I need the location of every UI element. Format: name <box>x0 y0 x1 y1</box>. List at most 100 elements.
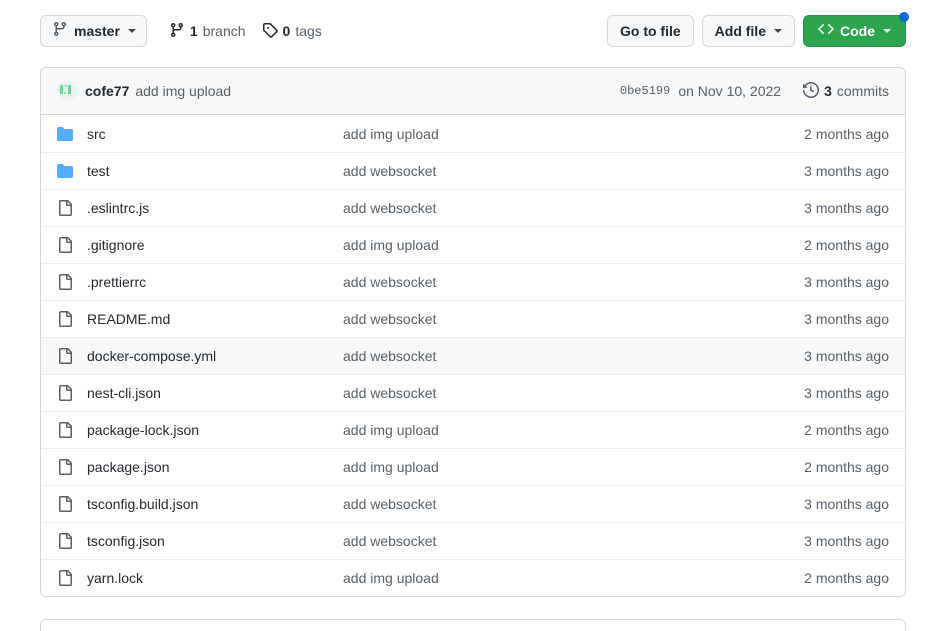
file-name-cell: yarn.lock <box>87 570 343 586</box>
tags-label: tags <box>295 23 322 39</box>
commit-message-cell[interactable]: add img upload <box>343 422 759 438</box>
commits-link[interactable]: 3 commits <box>803 81 889 101</box>
last-modified-cell: 3 months ago <box>804 274 889 290</box>
commit-message-cell[interactable]: add websocket <box>343 311 759 327</box>
table-row[interactable]: tsconfig.build.json add websocket 3 months… <box>41 485 905 522</box>
file-name-cell: package.json <box>87 459 343 475</box>
last-modified-cell: 3 months ago <box>804 311 889 327</box>
chevron-down-icon <box>883 29 891 33</box>
tags-link[interactable]: 0 tags <box>262 22 322 41</box>
file-name-cell: .gitignore <box>87 237 343 253</box>
file-name-cell: test <box>87 163 343 179</box>
file-name-cell: tsconfig.json <box>87 533 343 549</box>
commit-message-cell[interactable]: add websocket <box>343 274 759 290</box>
file-name-cell: src <box>87 126 343 142</box>
git-branch-icon <box>169 22 185 41</box>
last-modified-cell: 3 months ago <box>804 533 889 549</box>
folder-icon <box>57 163 87 179</box>
last-modified-cell: 3 months ago <box>804 385 889 401</box>
commit-message-cell[interactable]: add img upload <box>343 237 759 253</box>
file-name-link[interactable]: package-lock.json <box>87 422 199 438</box>
file-name-link[interactable]: yarn.lock <box>87 570 143 586</box>
table-row[interactable]: .prettierrc add websocket 3 months ago <box>41 263 905 300</box>
table-row[interactable]: yarn.lock add img upload 2 months ago <box>41 559 905 596</box>
commit-message[interactable]: add img upload <box>135 83 231 99</box>
repo-meta-group: 1 branch 0 tags <box>169 22 322 41</box>
table-row[interactable]: tsconfig.json add websocket 3 months ago <box>41 522 905 559</box>
last-modified-cell: 2 months ago <box>804 422 889 438</box>
avatar[interactable] <box>57 81 77 101</box>
commit-message-cell[interactable]: add websocket <box>343 533 759 549</box>
table-row[interactable]: nest-cli.json add websocket 3 months ago <box>41 374 905 411</box>
file-name-link[interactable]: package.json <box>87 459 170 475</box>
table-row[interactable]: src add img upload 2 months ago <box>41 115 905 152</box>
chevron-down-icon <box>774 29 782 33</box>
file-name-cell: README.md <box>87 311 343 327</box>
last-modified-cell: 3 months ago <box>804 496 889 512</box>
table-row[interactable]: .gitignore add img upload 2 months ago <box>41 226 905 263</box>
file-name-cell: .prettierrc <box>87 274 343 290</box>
readme-panel <box>40 619 906 631</box>
file-name-link[interactable]: test <box>87 163 110 179</box>
last-modified-cell: 2 months ago <box>804 459 889 475</box>
repo-toolbar: master 1 branch 0 tags Go to file Add fi… <box>40 12 909 49</box>
file-name-cell: package-lock.json <box>87 422 343 438</box>
commit-author[interactable]: cofe77 <box>85 83 129 99</box>
commit-date: on Nov 10, 2022 <box>678 83 782 99</box>
toolbar-right-group: Go to file Add file Code <box>606 12 909 47</box>
code-button[interactable]: Code <box>803 12 909 47</box>
branch-selector-button[interactable]: master <box>40 15 147 47</box>
table-row[interactable]: test add websocket 3 months ago <box>41 152 905 189</box>
table-row[interactable]: docker-compose.yml add websocket 3 months … <box>41 337 905 374</box>
file-name-cell: .eslintrc.js <box>87 200 343 216</box>
file-icon <box>57 570 87 586</box>
file-name-link[interactable]: README.md <box>87 311 170 327</box>
add-file-label: Add file <box>714 23 766 39</box>
commits-count: 3 <box>824 83 832 99</box>
last-modified-cell: 3 months ago <box>804 348 889 364</box>
commit-message-cell[interactable]: add websocket <box>343 496 759 512</box>
file-name-link[interactable]: src <box>87 126 106 142</box>
file-name-link[interactable]: .prettierrc <box>87 274 146 290</box>
file-name-cell: nest-cli.json <box>87 385 343 401</box>
commit-sha[interactable]: 0be5199 <box>620 84 670 98</box>
commit-message-cell[interactable]: add websocket <box>343 348 759 364</box>
commit-meta: 0be5199 on Nov 10, 2022 3 commits <box>620 81 889 101</box>
file-icon <box>57 533 87 549</box>
table-row[interactable]: README.md add websocket 3 months ago <box>41 300 905 337</box>
file-icon <box>57 385 87 401</box>
table-row[interactable]: package-lock.json add img upload 2 months … <box>41 411 905 448</box>
file-icon <box>57 459 87 475</box>
table-row[interactable]: .eslintrc.js add websocket 3 months ago <box>41 189 905 226</box>
last-modified-cell: 3 months ago <box>804 163 889 179</box>
table-row[interactable]: package.json add img upload 2 months ago <box>41 448 905 485</box>
tag-icon <box>262 22 278 41</box>
file-listing-panel: cofe77 add img upload 0be5199 on Nov 10,… <box>40 67 906 597</box>
code-brackets-icon <box>818 21 834 42</box>
commit-message-cell[interactable]: add websocket <box>343 200 759 216</box>
commit-message-cell[interactable]: add img upload <box>343 459 759 475</box>
file-icon <box>57 422 87 438</box>
tags-count: 0 <box>282 23 291 39</box>
file-icon <box>57 274 87 290</box>
branch-selector-label: master <box>74 23 120 39</box>
add-file-button[interactable]: Add file <box>701 15 795 47</box>
file-name-cell: docker-compose.yml <box>87 348 343 364</box>
notification-dot <box>899 12 909 22</box>
file-name-link[interactable]: .gitignore <box>87 237 145 253</box>
commit-message-cell[interactable]: add img upload <box>343 126 759 142</box>
branches-link[interactable]: 1 branch <box>169 22 246 41</box>
file-icon <box>57 496 87 512</box>
commit-message-cell[interactable]: add img upload <box>343 570 759 586</box>
chevron-down-icon <box>127 29 136 33</box>
last-modified-cell: 2 months ago <box>804 125 889 142</box>
file-name-link[interactable]: docker-compose.yml <box>87 348 216 364</box>
go-to-file-button[interactable]: Go to file <box>606 15 694 47</box>
commit-message-cell[interactable]: add websocket <box>343 385 759 401</box>
commit-message-cell[interactable]: add websocket <box>343 163 759 179</box>
file-name-link[interactable]: .eslintrc.js <box>87 200 149 216</box>
file-name-link[interactable]: nest-cli.json <box>87 385 161 401</box>
file-name-link[interactable]: tsconfig.json <box>87 533 165 549</box>
file-name-link[interactable]: tsconfig.build.json <box>87 496 198 512</box>
file-rows: src add img upload 2 months ago test add web… <box>41 115 905 596</box>
